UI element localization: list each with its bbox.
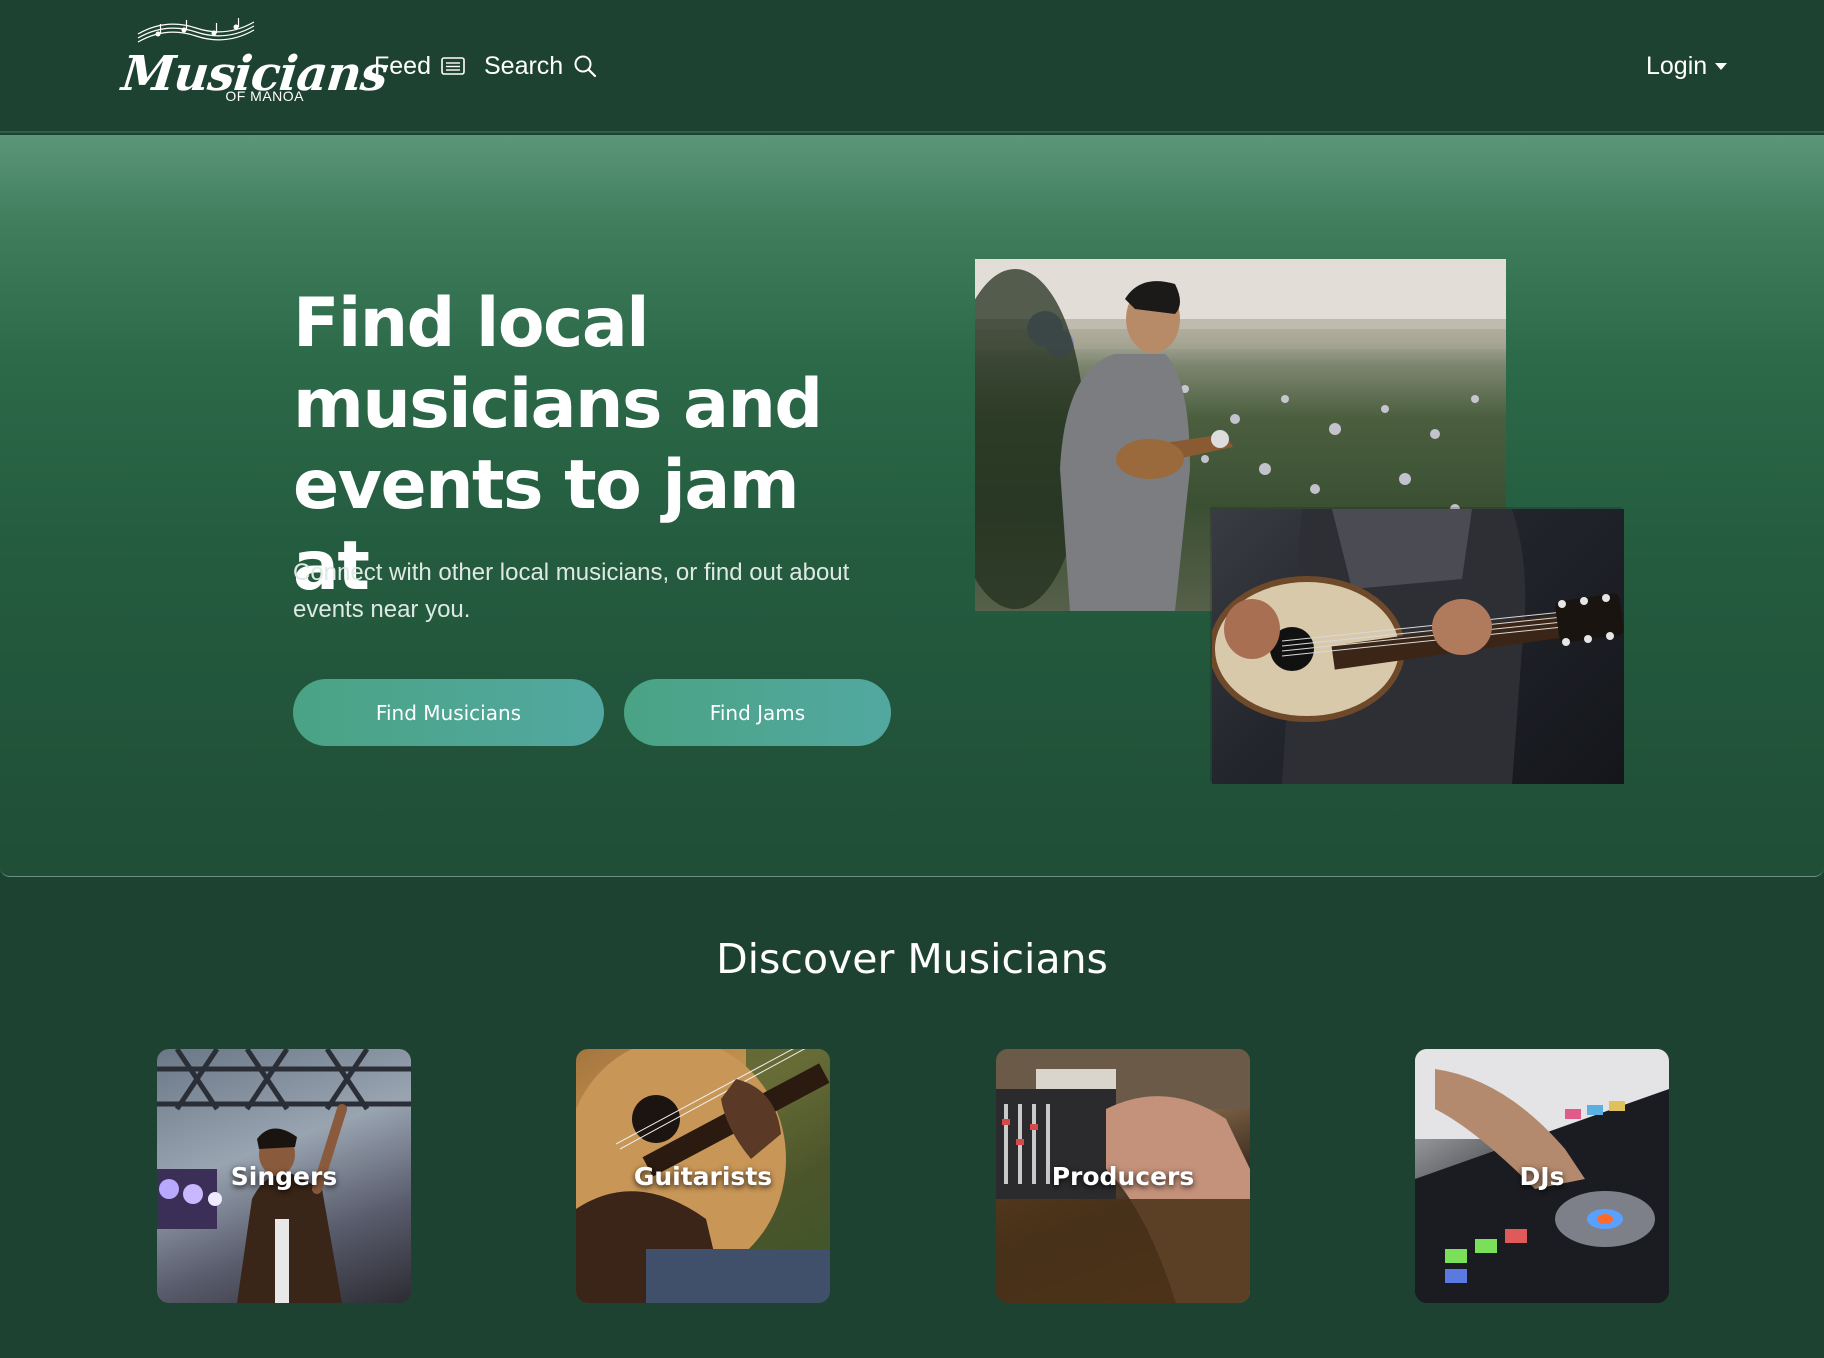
category-card-label: Singers bbox=[230, 1161, 338, 1191]
chevron-down-icon bbox=[1715, 62, 1728, 70]
music-notes-icon bbox=[137, 18, 255, 43]
category-card-producers[interactable]: Producers bbox=[996, 1049, 1250, 1303]
hero-photo-acoustic-guitar bbox=[1212, 509, 1624, 784]
nav-search-link[interactable]: Search bbox=[484, 48, 597, 84]
find-musicians-button[interactable]: Find Musicians bbox=[293, 679, 604, 746]
hero-subtitle: Connect with other local musicians, or f… bbox=[293, 559, 850, 623]
nav-feed-label: Feed bbox=[374, 51, 431, 80]
find-jams-button[interactable]: Find Jams bbox=[624, 679, 891, 746]
category-card-label: DJs bbox=[1519, 1161, 1565, 1191]
category-card-djs[interactable]: DJs bbox=[1415, 1049, 1669, 1303]
nav-search-label: Search bbox=[484, 51, 564, 80]
nav-feed-link[interactable]: Feed bbox=[374, 48, 465, 84]
navbar: Musicians OF MANOA Feed Search Login bbox=[0, 0, 1824, 133]
site-logo[interactable]: Musicians OF MANOA bbox=[118, 18, 390, 114]
category-card-guitarists[interactable]: Guitarists bbox=[576, 1049, 830, 1303]
login-dropdown[interactable]: Login bbox=[1646, 48, 1728, 84]
category-card-label: Producers bbox=[1051, 1161, 1195, 1191]
search-icon bbox=[574, 55, 597, 78]
category-card-singers[interactable]: Singers bbox=[157, 1049, 411, 1303]
discover-section-title: Discover Musicians bbox=[716, 935, 1108, 983]
category-card-label: Guitarists bbox=[633, 1161, 773, 1191]
logo-subtitle: OF MANOA bbox=[225, 88, 304, 104]
newspaper-icon bbox=[441, 57, 465, 75]
hero-section: Find local musicians and events to jam a… bbox=[0, 135, 1824, 877]
login-label: Login bbox=[1646, 51, 1708, 80]
